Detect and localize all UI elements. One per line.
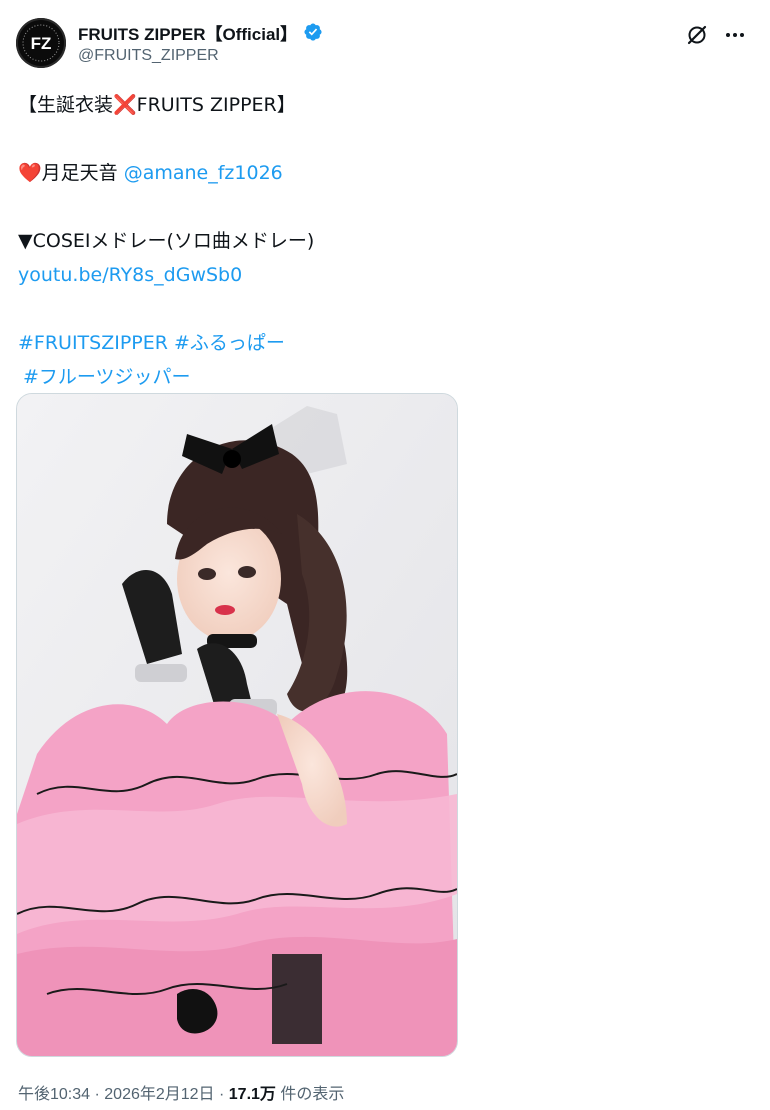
tweet-title-line: 【生誕衣装❌FRUITS ZIPPER】 (18, 94, 296, 116)
tweet-header: FZ FRUITS ZIPPER【Official】 @FRUITS_ZIPPE… (14, 16, 756, 74)
tweet-photo[interactable] (16, 393, 458, 1057)
grok-icon (687, 25, 707, 45)
tweet-text: 【生誕衣装❌FRUITS ZIPPER】 ❤️月足天音 @amane_fz102… (18, 88, 738, 394)
tweet-time[interactable]: 午後10:34 (18, 1086, 90, 1103)
header-actions (684, 22, 748, 48)
name-row: FRUITS ZIPPER【Official】 (78, 20, 323, 44)
heart-emoji: ❤️ (18, 162, 42, 184)
hashtag-line-2: #フルーツジッパー (18, 360, 738, 394)
meta-separator: · (90, 1086, 105, 1103)
author-display-name[interactable]: FRUITS ZIPPER【Official】 (78, 20, 297, 45)
verified-badge-icon (304, 23, 322, 41)
mention-link[interactable]: @amane_fz1026 (124, 162, 283, 184)
fz-logo-icon: FZ (22, 24, 60, 62)
more-button[interactable] (722, 22, 748, 48)
hashtag-furuppa[interactable]: #ふるっぱー (174, 332, 285, 354)
idol-photo-icon (17, 394, 457, 1056)
author-block: FRUITS ZIPPER【Official】 @FRUITS_ZIPPER (78, 20, 323, 65)
avatar[interactable]: FZ (16, 18, 66, 68)
hashtag-line: #FRUITSZIPPER #ふるっぱー (18, 326, 738, 360)
meta-separator: · (214, 1086, 229, 1103)
views-label: 件の表示 (275, 1086, 345, 1103)
views-count: 17.1万 (228, 1086, 276, 1103)
member-name: 月足天音 (41, 162, 124, 184)
more-icon (726, 33, 744, 37)
hashtag-fruitszipper-jp[interactable]: #フルーツジッパー (23, 366, 191, 388)
tweet-date[interactable]: 2026年2月12日 (104, 1086, 214, 1103)
author-handle[interactable]: @FRUITS_ZIPPER (78, 47, 323, 65)
member-line: ❤️月足天音 @amane_fz1026 (18, 156, 738, 190)
avatar-logo-text: FZ (31, 34, 52, 53)
medley-line: ▼COSEIメドレー(ソロ曲メドレー) (18, 230, 315, 252)
hashtag-fruitszipper[interactable]: #FRUITSZIPPER (18, 332, 168, 354)
tweet-meta: 午後10:34 · 2026年2月12日 · 17.1万 件の表示 (18, 1080, 344, 1104)
youtube-link-line: youtu.be/RY8s_dGwSb0 (18, 258, 738, 292)
grok-button[interactable] (684, 22, 710, 48)
youtube-link[interactable]: youtu.be/RY8s_dGwSb0 (18, 264, 242, 286)
